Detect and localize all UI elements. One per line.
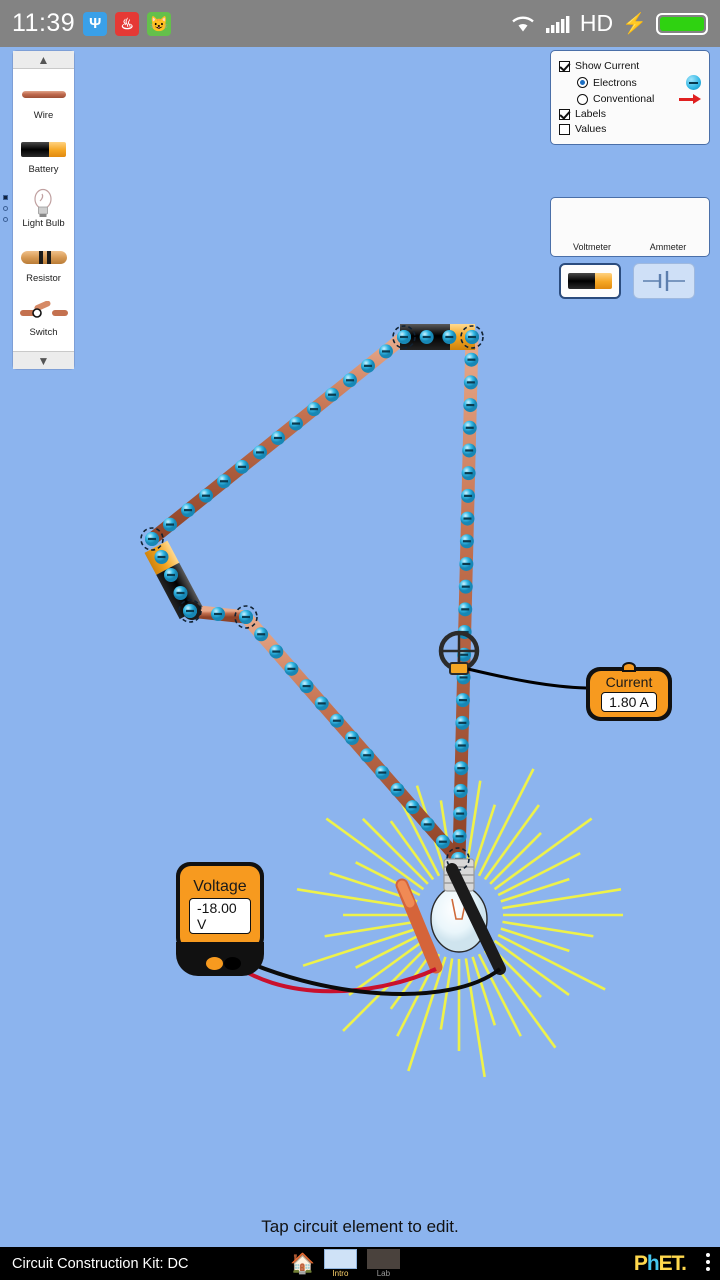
phet-logo[interactable]: PhET. <box>634 1252 687 1276</box>
voltmeter-value: -18.00 V <box>189 898 251 934</box>
lightning-bolt-icon: ⚡ <box>622 13 647 35</box>
toolbox-label-resistor: Resistor <box>26 272 61 284</box>
voltmeter-black-port <box>224 957 241 970</box>
conventional-radio[interactable]: Conventional <box>577 93 701 105</box>
checkbox-icon <box>559 123 570 135</box>
ammeter-readout[interactable]: Current 1.80 A <box>586 662 672 721</box>
resistor-icon <box>20 245 67 271</box>
toolbox-item-switch[interactable]: Switch <box>19 299 68 339</box>
conventional-label: Conventional <box>593 93 655 105</box>
carousel-dot-3[interactable] <box>3 217 8 222</box>
lifelike-view-button[interactable] <box>559 263 621 299</box>
toolbox-carousel-dots[interactable] <box>3 195 8 222</box>
circuit-element-toolbox[interactable]: ▲ Wire Battery Light Bulb Resistor Switc… <box>12 50 75 370</box>
labels-checkbox[interactable]: Labels <box>559 108 701 120</box>
home-icon[interactable]: 🏠 <box>290 1251 315 1276</box>
carousel-dot-1[interactable] <box>3 195 8 200</box>
kebab-menu-icon[interactable] <box>706 1253 710 1271</box>
toolbox-label-battery: Battery <box>28 164 59 176</box>
tab-intro[interactable]: Intro <box>323 1249 358 1278</box>
tab-intro-label: Intro <box>332 1269 349 1278</box>
chevron-up-icon[interactable]: ▲ <box>13 51 74 69</box>
toolbox-item-light-bulb[interactable]: Light Bulb <box>22 189 65 230</box>
ammeter-knob <box>622 662 636 672</box>
battery-icon <box>568 273 612 289</box>
schematic-view-button[interactable] <box>633 263 695 299</box>
current-arrow-icon <box>679 94 701 104</box>
simulation-canvas[interactable]: ▲ Wire Battery Light Bulb Resistor Switc… <box>0 47 720 1247</box>
toolbox-item-wire[interactable]: Wire <box>21 82 66 121</box>
chevron-down-icon[interactable]: ▼ <box>13 351 74 369</box>
values-label: Values <box>575 123 607 135</box>
status-indicators: HD ⚡ <box>510 10 708 37</box>
toolbox-label-wire: Wire <box>33 109 54 121</box>
intro-thumbnail <box>323 1249 357 1269</box>
hint-text: Tap circuit element to edit. <box>261 1217 459 1236</box>
ammeter-value: 1.80 A <box>601 692 657 712</box>
current-display-panel[interactable]: Show Current Electrons Conventional Labe… <box>550 50 710 145</box>
status-clock: 11:39 <box>12 9 76 37</box>
checkbox-icon <box>559 60 570 72</box>
switch-icon <box>19 299 68 325</box>
toolbox-label-switch: Switch <box>29 327 58 339</box>
values-checkbox[interactable]: Values <box>559 123 701 135</box>
phet-navigation-bar[interactable]: Circuit Construction Kit: DC 🏠 Intro Lab… <box>0 1247 720 1280</box>
schematic-battery-icon <box>643 271 685 291</box>
thermometer-app-icon: ♨ <box>115 11 140 36</box>
ammeter-label: Ammeter <box>649 242 687 252</box>
battery-full-icon <box>656 12 708 35</box>
tab-lab-label: Lab <box>376 1269 391 1278</box>
light-bulb-icon <box>31 189 55 218</box>
electrons-radio[interactable]: Electrons <box>577 75 701 90</box>
lab-thumbnail <box>366 1249 400 1269</box>
cat-app-icon: 😺 <box>147 11 172 36</box>
show-current-label: Show Current <box>575 60 640 72</box>
sim-title: Circuit Construction Kit: DC <box>12 1255 189 1272</box>
show-current-checkbox[interactable]: Show Current <box>559 60 701 72</box>
voltmeter-slot[interactable]: Voltmeter <box>557 242 627 252</box>
voltmeter-red-port <box>206 957 223 970</box>
wifi-icon <box>512 16 534 31</box>
voltmeter-readout[interactable]: Voltage -18.00 V <box>176 862 264 976</box>
tab-lab[interactable]: Lab <box>366 1249 401 1278</box>
electron-dot-icon <box>686 75 701 90</box>
status-bar: 11:39 Ψ ♨ 😺 HD ⚡ <box>0 0 720 47</box>
cellular-signal-icon <box>545 15 570 33</box>
ammeter-title: Current <box>605 674 653 690</box>
toolbox-label-light-bulb: Light Bulb <box>22 218 65 230</box>
voltmeter-label: Voltmeter <box>572 242 612 252</box>
carousel-dot-2[interactable] <box>3 206 8 211</box>
checkbox-icon <box>559 108 570 120</box>
ammeter-slot[interactable]: Ammeter <box>633 242 703 252</box>
wire-icon <box>21 82 66 108</box>
meters-toolbox[interactable]: Voltmeter Ammeter <box>550 197 710 257</box>
labels-label: Labels <box>575 108 606 120</box>
network-type-label: HD <box>579 10 614 36</box>
voltmeter-title: Voltage <box>193 878 247 895</box>
radio-icon <box>577 77 588 88</box>
toolbox-item-resistor[interactable]: Resistor <box>20 245 67 284</box>
radio-icon <box>577 93 588 105</box>
toolbox-item-battery[interactable]: Battery <box>20 136 67 176</box>
psi-app-icon: Ψ <box>83 11 108 36</box>
battery-icon <box>20 136 67 162</box>
electrons-label: Electrons <box>593 76 637 89</box>
